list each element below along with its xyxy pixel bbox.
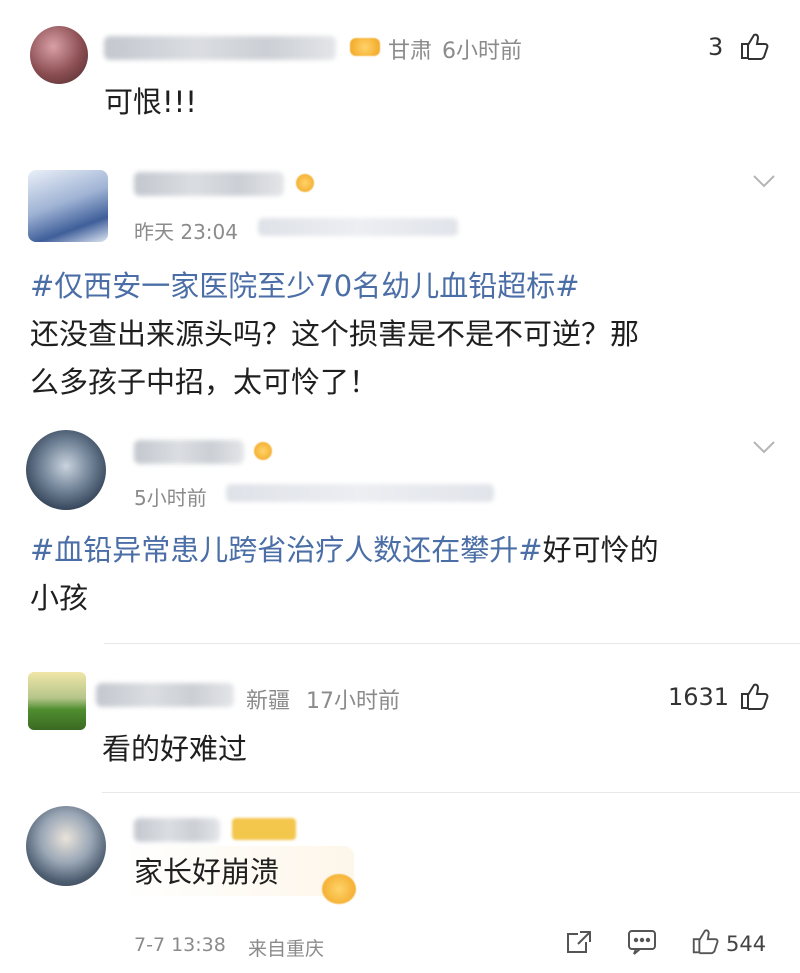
avatar[interactable] (26, 430, 106, 510)
user-badge-icon (350, 38, 380, 56)
comment-icon[interactable] (626, 928, 658, 960)
comment-text: #血铅异常患儿跨省治疗人数还在攀升#好可怜的 小孩 (30, 526, 770, 622)
avatar[interactable] (30, 26, 88, 84)
username[interactable] (134, 440, 244, 464)
user-badge-icon (296, 174, 314, 192)
comment-location: 甘肃 (388, 39, 433, 64)
comment-location: 新疆 (246, 689, 291, 714)
member-badge (232, 818, 296, 840)
thumbs-up-icon[interactable] (690, 926, 720, 956)
avatar[interactable] (26, 806, 106, 886)
username[interactable] (104, 36, 336, 60)
user-badge-icon (254, 442, 272, 460)
comment-text-inline: 好可怜的 (542, 533, 659, 567)
comment-source: 来自重庆 (248, 938, 325, 960)
comment-text: 看的好难过 (102, 732, 248, 766)
like-count: 544 (726, 932, 767, 956)
like-count: 3 (708, 33, 724, 61)
hashtag-link[interactable]: #血铅异常患儿跨省治疗人数还在攀升# (30, 533, 543, 567)
divider (102, 792, 800, 793)
username[interactable] (134, 818, 220, 842)
hashtag-link[interactable]: #仅西安一家医院至少70名幼儿血铅超标# (30, 269, 580, 303)
comment-time: 5小时前 (134, 486, 207, 510)
thumbs-up-icon[interactable] (738, 30, 770, 62)
thumbs-up-icon[interactable] (738, 680, 770, 712)
comment-text: #仅西安一家医院至少70名幼儿血铅超标# 还没查出来源头吗？这个损害是不是不可逆… (30, 262, 770, 406)
comment-line: 还没查出来源头吗？这个损害是不是不可逆？那 (30, 317, 640, 351)
comment-date: 7-7 13:38 (134, 934, 226, 956)
divider (104, 643, 800, 644)
avatar[interactable] (28, 672, 86, 730)
device-info (226, 484, 494, 502)
username[interactable] (134, 172, 284, 196)
share-icon[interactable] (564, 928, 594, 960)
comment-text: 家长好崩溃 (134, 855, 280, 889)
comment-time: 6小时前 (442, 39, 522, 64)
comment-time: 昨天 23:04 (134, 220, 238, 244)
chevron-down-icon[interactable] (752, 440, 776, 454)
chevron-down-icon[interactable] (752, 174, 776, 188)
comment-text: 可恨!!! (104, 85, 197, 119)
device-info (258, 218, 458, 236)
emoji-sticker-icon (322, 874, 356, 904)
comment-line: 么多孩子中招，太可怜了！ (30, 365, 379, 399)
like-count: 1631 (668, 683, 730, 711)
comment-line: 小孩 (30, 581, 89, 615)
avatar[interactable] (28, 170, 108, 242)
comment-time: 17小时前 (306, 689, 400, 714)
username[interactable] (96, 683, 234, 707)
